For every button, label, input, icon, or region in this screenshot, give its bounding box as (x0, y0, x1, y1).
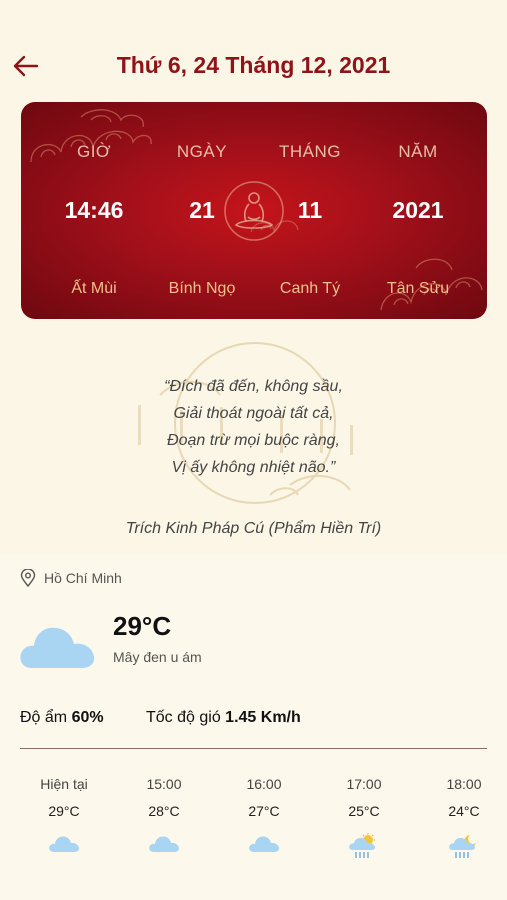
hourly-forecast-item: 17:00 25°C (319, 776, 409, 859)
hour-time: Hiện tại (40, 776, 88, 792)
quote-line: Đoạn trừ mọi buộc ràng, (167, 432, 340, 449)
hour-temp: 27°C (248, 803, 280, 819)
label-day: NGÀY (176, 142, 228, 161)
canchi-year: Tân Sửu (386, 280, 450, 297)
quote-line: “Đích đã đến, không sầu, (164, 378, 343, 395)
sun-rain-icon (349, 833, 375, 858)
value-year: 2021 (392, 197, 444, 223)
hour-time: 18:00 (446, 776, 482, 792)
hour-temp: 28°C (148, 803, 180, 819)
hour-temp: 29°C (48, 803, 80, 819)
buddha-emblem-icon (222, 179, 286, 243)
hourly-forecast-item: Hiện tại 29°C (19, 776, 109, 853)
cloud-icon (20, 627, 95, 668)
cloud-icon (149, 836, 179, 852)
location-pin-icon (20, 569, 36, 587)
quote-text: “Đích đã đến, không sầu, Giải thoát ngoà… (0, 373, 507, 481)
divider (20, 748, 487, 749)
quote-line: Giải thoát ngoài tất cả, (173, 405, 334, 422)
value-hour: 14:46 (64, 197, 124, 223)
wind-stat: Tốc độ gió 1.45 Km/h (146, 709, 301, 727)
wind-label: Tốc độ gió (146, 709, 221, 726)
hour-time: 17:00 (346, 776, 382, 792)
hour-temp: 24°C (448, 803, 480, 819)
hour-time: 16:00 (246, 776, 282, 792)
quote-section: “Đích đã đến, không sầu, Giải thoát ngoà… (0, 330, 507, 555)
humidity-value: 60% (71, 709, 104, 726)
lunar-date-card: GIỜ NGÀY THÁNG NĂM 14:46 21 11 2021 Ất M… (21, 102, 487, 319)
label-year: NĂM (398, 142, 438, 161)
hour-time: 15:00 (146, 776, 182, 792)
canchi-month: Canh Tý (279, 280, 341, 297)
location-row[interactable]: Hồ Chí Minh (20, 569, 122, 587)
humidity-label: Độ ẩm (20, 709, 68, 726)
cloud-icon (49, 836, 79, 852)
canchi-hour: Ất Mùi (71, 280, 117, 297)
weather-description: Mây đen u ám (113, 649, 202, 665)
header-bar: Thứ 6, 24 Tháng 12, 2021 (0, 0, 507, 100)
cloud-icon (249, 836, 279, 852)
label-month: THÁNG (279, 142, 341, 161)
page-title: Thứ 6, 24 Tháng 12, 2021 (116, 52, 391, 78)
humidity-stat: Độ ẩm 60% (20, 709, 104, 727)
current-temperature: 29°C (113, 611, 172, 641)
quote-source: Trích Kinh Pháp Cú (Phẩm Hiền Trí) (125, 520, 382, 537)
wind-value: 1.45 Km/h (225, 709, 301, 726)
quote-line: Vị ấy không nhiệt não.” (171, 459, 336, 476)
canchi-day: Bính Ngọ (168, 280, 236, 297)
hourly-forecast-item: 15:00 28°C (119, 776, 209, 853)
hour-temp: 25°C (348, 803, 380, 819)
hourly-forecast-item: 16:00 27°C (219, 776, 309, 853)
location-name: Hồ Chí Minh (44, 570, 122, 586)
hourly-forecast-item: 18:00 24°C (419, 776, 507, 859)
weather-section: Hồ Chí Minh 29°C Mây đen u ám Độ ẩm 60% … (0, 555, 507, 900)
label-hour: GIỜ (76, 142, 112, 161)
moon-rain-icon (449, 835, 476, 858)
